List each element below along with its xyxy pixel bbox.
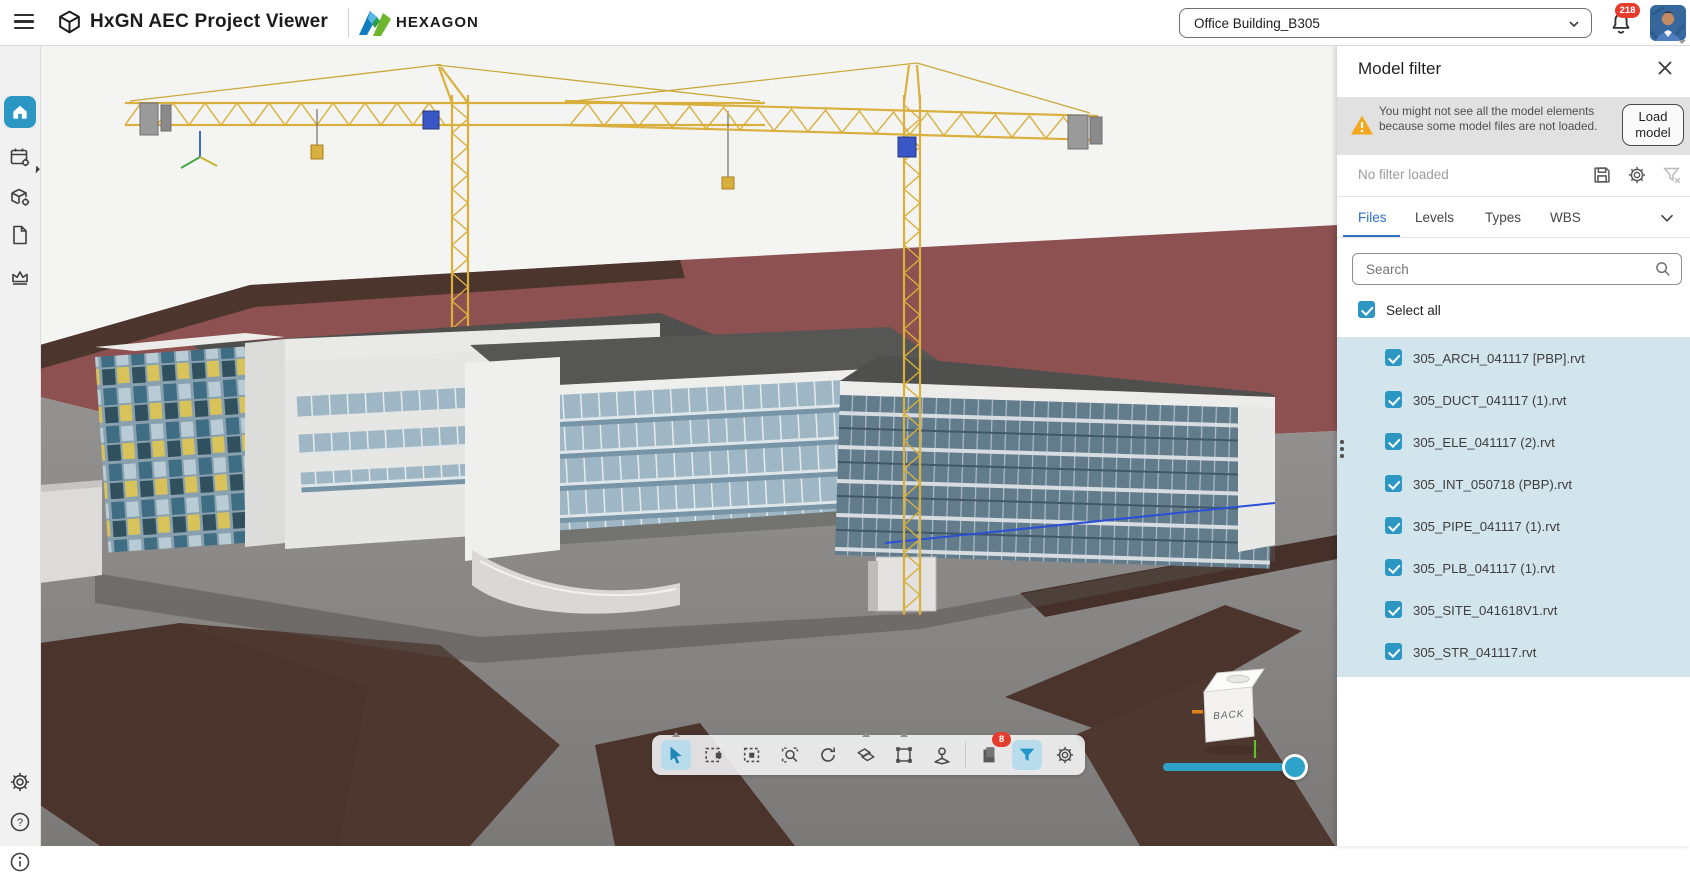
file-name: 305_PLB_041117 (1).rvt [1413,561,1555,576]
divider [348,8,349,37]
file-checkbox[interactable] [1385,475,1402,492]
file-row[interactable]: 305_DUCT_041117 (1).rvt [1337,379,1690,421]
sidebar-item-settings[interactable] [8,770,32,794]
project-selector-value: Office Building_B305 [1194,16,1320,31]
file-row[interactable]: 305_PLB_041117 (1).rvt [1337,547,1690,589]
placemark-button[interactable] [927,740,957,770]
file-row[interactable]: 305_ARCH_041117 [PBP].rvt [1337,337,1690,379]
file-row[interactable]: 305_ELE_041117 (2).rvt [1337,421,1690,463]
file-checkbox[interactable] [1385,349,1402,366]
zoom-slider-track[interactable] [1163,763,1298,771]
file-name: 305_SITE_041618V1.rvt [1413,603,1557,618]
panel-resize-handle[interactable] [1338,440,1346,462]
chevron-down-icon [1567,17,1581,31]
file-name: 305_ARCH_041117 [PBP].rvt [1413,351,1585,366]
close-icon[interactable] [1653,56,1677,80]
active-tab-underline [1343,235,1400,238]
zoom-slider-knob[interactable] [1282,754,1308,780]
file-checkbox[interactable] [1385,559,1402,576]
file-row[interactable]: 305_PIPE_041117 (1).rvt [1337,505,1690,547]
axis-x-marker [1192,710,1203,714]
select-all-label: Select all [1386,303,1441,318]
filter-status-row: No filter loaded [1337,155,1690,196]
file-name: 305_STR_041117.rvt [1413,645,1536,660]
filter-settings-icon[interactable] [1626,164,1648,186]
viewport-3d[interactable]: 8 BACK [40,45,1337,846]
inside-select-button[interactable] [737,740,767,770]
flyout-caret-icon [862,732,870,737]
model-filter-panel: Model filter You might not see all the m… [1337,45,1690,846]
warning-banner: You might not see all the model elements… [1337,97,1690,155]
file-checkbox[interactable] [1385,643,1402,660]
left-sidebar: ? [0,45,41,846]
flyout-marker-icon [32,166,40,174]
filter-tabs: Files Levels Types WBS [1337,196,1690,238]
file-row[interactable]: 305_INT_050718 (PBP).rvt [1337,463,1690,505]
filter-status-text: No filter loaded [1358,167,1449,182]
file-name: 305_ELE_041117 (2).rvt [1413,435,1555,450]
tab-wbs[interactable]: WBS [1550,210,1581,225]
file-name: 305_DUCT_041117 (1).rvt [1413,393,1566,408]
scene-3d[interactable] [40,45,1337,846]
warning-text: You might not see all the model elements… [1379,104,1607,134]
select-all-checkbox[interactable] [1358,301,1375,318]
app-title: HxGN AEC Project Viewer [90,11,328,33]
file-checkbox[interactable] [1385,517,1402,534]
file-name: 305_INT_050718 (PBP).rvt [1413,477,1572,492]
file-checkbox[interactable] [1385,601,1402,618]
zoom-window-button[interactable] [775,740,805,770]
tab-types[interactable]: Types [1485,210,1521,225]
hexagon-brand-name: HEXAGON [396,14,479,31]
notification-count-badge: 218 [1615,3,1640,18]
flyout-caret-icon [900,732,908,737]
load-model-button[interactable]: Load model [1622,104,1684,146]
clear-filter-icon[interactable] [1661,164,1683,186]
refresh-view-button[interactable] [813,740,843,770]
sidebar-item-model-settings[interactable] [8,185,32,209]
sidebar-item-about[interactable] [8,850,32,874]
sidebar-item-schedule[interactable] [8,145,32,169]
top-bar: HxGN AEC Project Viewer HEXAGON Office B… [0,0,1690,46]
toolbar-divider [965,742,966,768]
project-selector[interactable]: Office Building_B305 [1179,8,1592,38]
section-box-button[interactable] [889,740,919,770]
file-checkbox[interactable] [1385,391,1402,408]
file-row[interactable]: 305_SITE_041618V1.rvt [1337,589,1690,631]
user-avatar[interactable] [1650,5,1686,41]
avatar-caret-icon [1678,40,1686,44]
markups-count-badge: 8 [992,732,1011,747]
hexagon-logo-icon [358,8,392,38]
save-filter-icon[interactable] [1591,164,1613,186]
flyout-caret-icon [672,732,680,737]
markups-button[interactable]: 8 [974,740,1004,770]
panel-title: Model filter [1358,59,1441,79]
sidebar-item-home[interactable] [4,96,36,128]
file-checkbox[interactable] [1385,433,1402,450]
search-input[interactable] [1364,256,1648,283]
search-icon [1653,259,1673,279]
file-row[interactable]: 305_STR_041117.rvt [1337,631,1690,673]
rubber-band-select-button[interactable] [699,740,729,770]
file-name: 305_PIPE_041117 (1).rvt [1413,519,1560,534]
model-filter-button[interactable] [1012,740,1042,770]
select-tool-button[interactable] [661,740,691,770]
select-all-row[interactable]: Select all [1337,295,1690,329]
navigation-cube[interactable]: BACK [1192,660,1277,760]
sidebar-item-help[interactable]: ? [8,810,32,834]
tab-files[interactable]: Files [1358,210,1387,225]
hamburger-menu-icon[interactable] [14,14,34,30]
warning-icon [1350,114,1374,136]
nav-cube-face-label: BACK [1213,709,1245,722]
tabs-expand-chevron-icon[interactable] [1656,207,1678,229]
search-box [1352,253,1682,285]
app-logo-icon [56,9,83,36]
sidebar-item-premium[interactable] [8,265,32,289]
views-button[interactable] [851,740,881,770]
viewer-settings-button[interactable] [1050,740,1080,770]
tab-levels[interactable]: Levels [1415,210,1454,225]
file-list: 305_ARCH_041117 [PBP].rvt 305_DUCT_04111… [1337,337,1690,677]
viewer-toolbar: 8 [652,735,1085,775]
sidebar-item-documents[interactable] [8,223,32,247]
svg-text:?: ? [17,817,23,829]
